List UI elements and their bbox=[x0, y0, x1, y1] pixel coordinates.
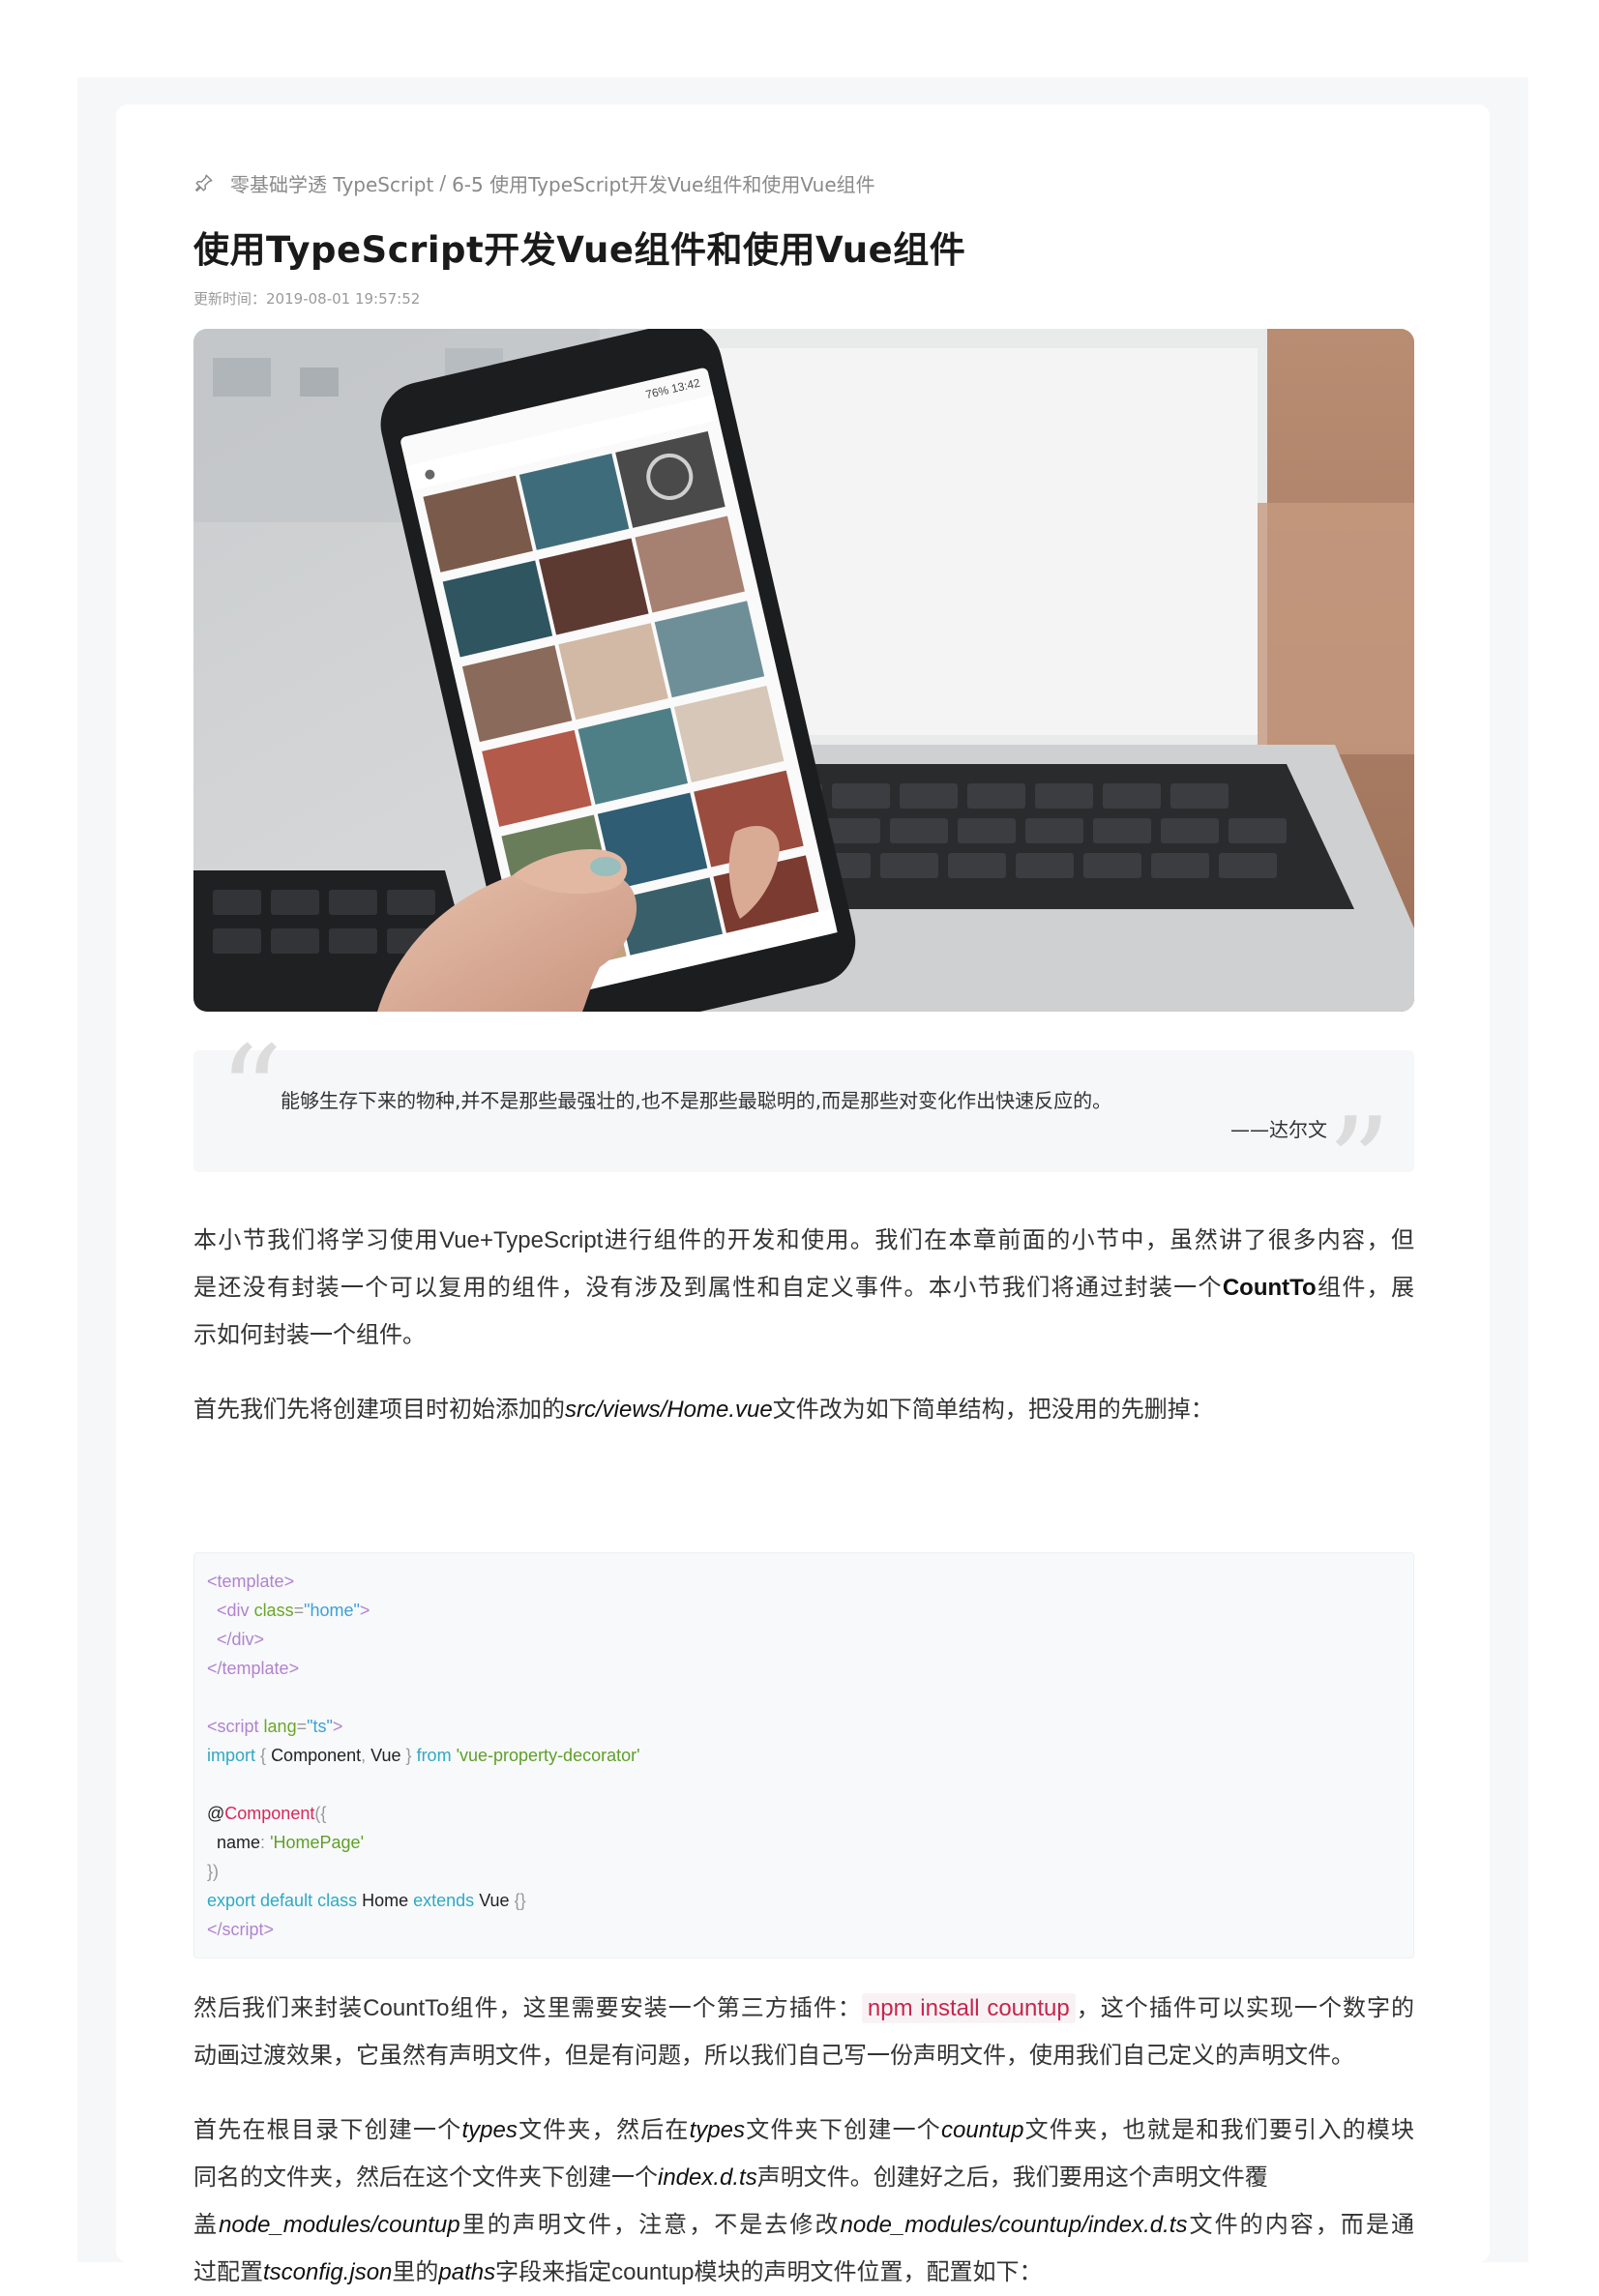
file-path: index.d.ts bbox=[658, 2164, 757, 2191]
text-run: ，这个插件可以实现一个数字的 bbox=[1075, 1994, 1415, 2021]
types-paragraph: 首先在根目录下创建一个types文件夹，然后在types文件夹下创建一个coun… bbox=[193, 2106, 1414, 2296]
paragraph-line: 是还没有封装一个可以复用的组件，没有涉及到属性和自定义事件。本小节我们将通过封装… bbox=[193, 1264, 1414, 1311]
text-run: 字段来指定 bbox=[495, 2258, 612, 2285]
intro-paragraph: 本小节我们将学习使用Vue+TypeScript进行组件的开发和使用。我们在本章… bbox=[193, 1217, 1414, 1358]
file-path: node_modules/countup bbox=[219, 2212, 460, 2238]
file-path: node_modules/countup/index.d.ts bbox=[840, 2212, 1188, 2238]
paragraph-line: 动画过渡效果，它虽然有声明文件，但是有问题，所以我们自己写一份声明文件，使用我们… bbox=[193, 2032, 1414, 2078]
text-run: 组件，这里需要安装一个第三方插件： bbox=[449, 1994, 862, 2021]
update-time-label: 更新时间： bbox=[193, 290, 267, 308]
epigraph-quote: “ 能够生存下来的物种,并不是那些最强壮的,也不是那些最聪明的,而是那些对变化作… bbox=[193, 1029, 1414, 1226]
text-run: 文件改为如下简单结构，把没用的先删掉： bbox=[772, 1396, 1214, 1423]
paragraph-line: 首先我们先将创建项目时初始添加的src/views/Home.vue文件改为如下… bbox=[193, 1386, 1414, 1433]
paragraph-line: 然后我们来封装CountTo组件，这里需要安装一个第三方插件： npm insta… bbox=[193, 1985, 1414, 2032]
page-background: 零基础学透 TypeScript / 6-5 使用TypeScript开发Vue… bbox=[77, 77, 1528, 2285]
code-line: name: 'HomePage' bbox=[217, 1833, 365, 1852]
file-path: paths bbox=[438, 2259, 496, 2285]
code-line: <template> bbox=[207, 1572, 295, 1591]
bold-component-name: CountTo bbox=[1222, 1275, 1317, 1301]
text-run: 同名的文件夹，然后在这个文件夹下创建一个 bbox=[193, 2164, 658, 2191]
text-run: 是还没有封装一个可以复用的组件，没有涉及到属性和自定义事件。本小节我们将通过封装… bbox=[193, 1274, 1223, 1301]
install-command: npm install countup bbox=[861, 1993, 1076, 2023]
code-line: import { Component, Vue } from 'vue-prop… bbox=[207, 1746, 640, 1765]
paragraph-line: 盖node_modules/countup里的声明文件，注意，不是去修改node… bbox=[193, 2201, 1414, 2249]
text-run: 盖 bbox=[193, 2211, 220, 2238]
code-line: @Component({ bbox=[207, 1804, 327, 1823]
breadcrumb: 零基础学透 TypeScript / 6-5 使用TypeScript开发Vue… bbox=[193, 168, 875, 197]
text-run: 过配置 bbox=[193, 2258, 263, 2285]
file-path: types bbox=[461, 2117, 518, 2143]
text-run: countup bbox=[611, 2259, 695, 2285]
text-run: 文件夹下创建一个 bbox=[745, 2116, 942, 2143]
text-run: CountTo bbox=[363, 1995, 450, 2021]
text-run: 组件，展 bbox=[1316, 1274, 1415, 1301]
step-paragraph: 首先我们先将创建项目时初始添加的src/views/Home.vue文件改为如下… bbox=[193, 1386, 1414, 1433]
file-path: src/views/Home.vue bbox=[565, 1397, 773, 1423]
text-run: 本小节我们将学习使用 bbox=[193, 1226, 440, 1253]
countto-paragraph: 然后我们来封装CountTo组件，这里需要安装一个第三方插件： npm insta… bbox=[193, 1985, 1414, 2078]
paragraph-line: 本小节我们将学习使用Vue+TypeScript进行组件的开发和使用。我们在本章… bbox=[193, 1217, 1414, 1264]
text-run: Vue+TypeScript bbox=[439, 1227, 604, 1253]
code-block: <template> <div class="home"> </div> </t… bbox=[193, 1552, 1414, 1958]
paragraph-line: 同名的文件夹，然后在这个文件夹下创建一个index.d.ts声明文件。创建好之后… bbox=[193, 2154, 1414, 2201]
breadcrumb-separator: / bbox=[439, 171, 447, 194]
update-time: 更新时间：2019-08-01 19:57:52 bbox=[193, 288, 420, 309]
paragraph-line: 示如何封装一个组件。 bbox=[193, 1311, 1414, 1358]
pin-icon bbox=[195, 174, 213, 191]
code-line: export default class Home extends Vue {} bbox=[207, 1891, 526, 1910]
text-run: 进行组件的开发和使用。我们在本章前面的小节中，虽然讲了很多内容，但 bbox=[603, 1226, 1415, 1253]
text-run: 首先我们先将创建项目时初始添加的 bbox=[193, 1396, 565, 1423]
breadcrumb-chapter: 6-5 使用TypeScript开发Vue组件和使用Vue组件 bbox=[452, 172, 875, 196]
paragraph-line: 首先在根目录下创建一个types文件夹，然后在types文件夹下创建一个coun… bbox=[193, 2106, 1414, 2154]
code-line: </template> bbox=[207, 1659, 300, 1678]
file-path: countup bbox=[941, 2117, 1024, 2143]
text-run: 示如何封装一个组件。 bbox=[193, 1321, 426, 1348]
update-time-value: 2019-08-01 19:57:52 bbox=[266, 290, 421, 308]
quote-text: 能够生存下来的物种,并不是那些最强壮的,也不是那些最聪明的,而是那些对变化作出快… bbox=[281, 1089, 1112, 1112]
file-path: tsconfig.json bbox=[263, 2259, 393, 2285]
text-run: 声明文件。创建好之后，我们要用这个声明文件覆 bbox=[756, 2164, 1268, 2191]
text-run: 里的 bbox=[392, 2258, 439, 2285]
file-path: types bbox=[689, 2117, 746, 2143]
text-run: 文件夹，然后在 bbox=[517, 2116, 690, 2143]
text-run: 然后我们来封装 bbox=[193, 1994, 364, 2021]
article-card: 零基础学透 TypeScript / 6-5 使用TypeScript开发Vue… bbox=[116, 104, 1490, 2285]
text-run: 模块的声明文件位置，配置如下： bbox=[694, 2258, 1043, 2285]
quote-author: ——达尔文 bbox=[1230, 1118, 1327, 1141]
page-title: 使用TypeScript开发Vue组件和使用Vue组件 bbox=[193, 229, 966, 271]
text-run: 里的声明文件，注意，不是去修改 bbox=[459, 2211, 841, 2238]
code-line: <script lang="ts"> bbox=[207, 1717, 343, 1736]
open-quote-icon: “ bbox=[219, 1018, 283, 1165]
code-line: </div> bbox=[217, 1630, 265, 1649]
text-run: 文件的内容，而是通 bbox=[1187, 2211, 1415, 2238]
text-run: 文件夹，也就是和我们要引入的模块 bbox=[1023, 2116, 1415, 2143]
code-line: </script> bbox=[207, 1920, 275, 1939]
close-quote-icon: ” bbox=[1326, 1090, 1391, 1237]
text-run: 动画过渡效果，它虽然有声明文件，但是有问题，所以我们自己写一份声明文件，使用我们… bbox=[193, 2042, 1354, 2069]
hero-photo: 76% 13:42 bbox=[193, 329, 1414, 1012]
code-line: <div class="home"> bbox=[217, 1601, 370, 1620]
code-line: }) bbox=[207, 1862, 220, 1881]
hero-image: 76% 13:42 bbox=[193, 329, 1414, 1012]
text-run: 首先在根目录下创建一个 bbox=[193, 2116, 462, 2143]
breadcrumb-course-link[interactable]: 零基础学透 TypeScript bbox=[230, 169, 433, 197]
paragraph-line: 过配置tsconfig.json里的paths字段来指定countup模块的声明… bbox=[193, 2249, 1414, 2296]
